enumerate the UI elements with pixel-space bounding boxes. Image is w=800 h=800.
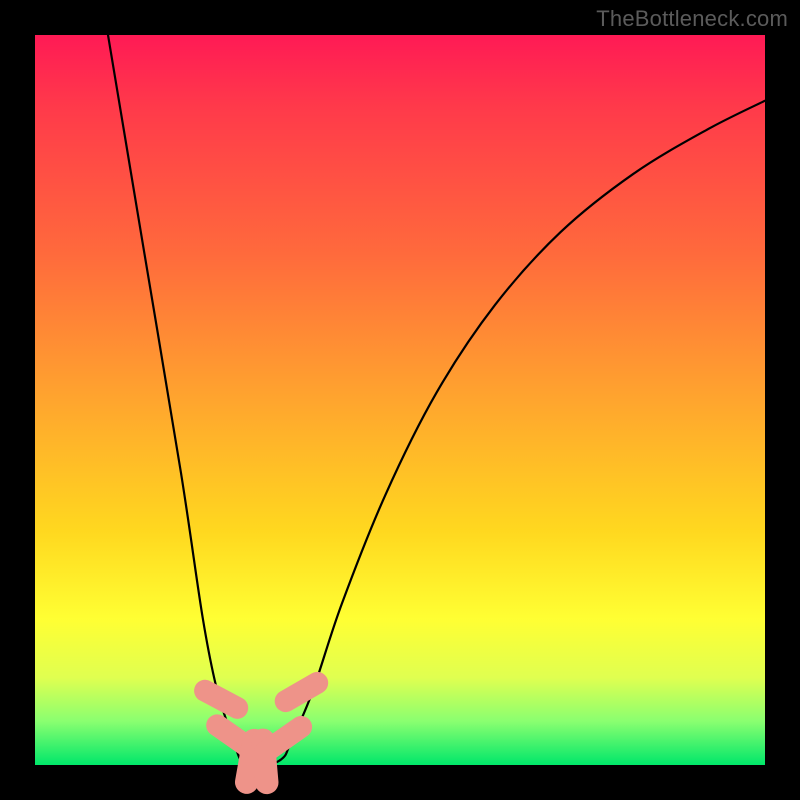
watermark-label: TheBottleneck.com bbox=[596, 6, 788, 32]
curve-marker bbox=[271, 668, 333, 716]
curve-markers bbox=[190, 668, 332, 796]
chart-frame: TheBottleneck.com bbox=[0, 0, 800, 800]
bottleneck-curve bbox=[108, 35, 765, 766]
plot-area bbox=[35, 35, 765, 765]
curve-svg bbox=[35, 35, 765, 765]
